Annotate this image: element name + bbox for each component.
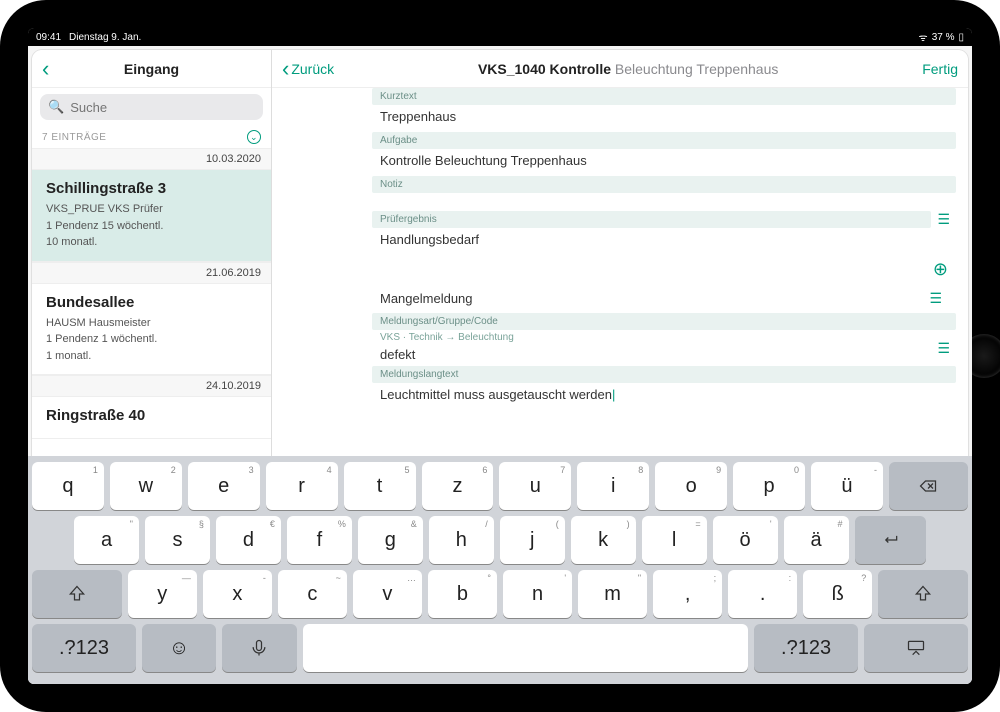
key-f[interactable]: %f xyxy=(287,516,352,564)
list-icon[interactable]: ☰ xyxy=(923,290,948,307)
onscreen-keyboard: 1q2w3e4r5t6z7u8i9o0p-ü "a§s€d%f&g/h(j)k=… xyxy=(28,456,972,684)
battery-percent: 37 % xyxy=(932,32,955,43)
key-i[interactable]: 8i xyxy=(577,462,649,510)
key-h[interactable]: /h xyxy=(429,516,494,564)
key-y[interactable]: —y xyxy=(128,570,197,618)
list-item-sub: HAUSM Hausmeister 1 Pendenz 1 wöchentl. … xyxy=(46,315,257,365)
meldungsart-label: Meldungsart/Gruppe/Code xyxy=(372,313,956,330)
key-p[interactable]: 0p xyxy=(733,462,805,510)
list-item-1[interactable]: Bundesallee HAUSM Hausmeister 1 Pendenz … xyxy=(32,284,271,376)
list-icon[interactable]: ☰ xyxy=(931,211,956,228)
list-item-title: Ringstraße 40 xyxy=(46,407,257,424)
key-t[interactable]: 5t xyxy=(344,462,416,510)
list-icon[interactable]: ☰ xyxy=(931,340,956,357)
search-icon: 🔍 xyxy=(48,99,64,115)
key-b[interactable]: °b xyxy=(428,570,497,618)
meldungsart-value[interactable]: defekt xyxy=(372,343,931,366)
key-m[interactable]: "m xyxy=(578,570,647,618)
key-ä[interactable]: #ä xyxy=(784,516,849,564)
status-date: Dienstag 9. Jan. xyxy=(69,32,141,43)
key-a[interactable]: "a xyxy=(74,516,139,564)
shift-key[interactable] xyxy=(878,570,968,618)
detail-back-button[interactable]: ‹ Zurück xyxy=(282,61,334,77)
key-w[interactable]: 2w xyxy=(110,462,182,510)
list-item-0[interactable]: Schillingstraße 3 VKS_PRUE VKS Prüfer 1 … xyxy=(32,170,271,262)
keyboard-hide-icon xyxy=(906,638,926,658)
status-bar: 09:41 Dienstag 9. Jan. ᯤ 37 % ▯ xyxy=(28,28,972,46)
done-button[interactable]: Fertig xyxy=(922,61,958,77)
key-s[interactable]: §s xyxy=(145,516,210,564)
battery-icon: ▯ xyxy=(958,32,964,43)
shift-icon xyxy=(67,584,87,604)
key-.[interactable]: :. xyxy=(728,570,797,618)
aufgabe-value: Kontrolle Beleuchtung Treppenhaus xyxy=(372,149,956,176)
key-c[interactable]: ~c xyxy=(278,570,347,618)
kurztext-label: Kurztext xyxy=(372,88,956,105)
list-item-title: Schillingstraße 3 xyxy=(46,180,257,197)
emoji-key[interactable]: ☺ xyxy=(142,624,216,672)
filter-icon[interactable]: ⌄ xyxy=(247,130,261,144)
key-u[interactable]: 7u xyxy=(499,462,571,510)
shift-key[interactable] xyxy=(32,570,122,618)
aufgabe-label: Aufgabe xyxy=(372,132,956,149)
key-x[interactable]: -x xyxy=(203,570,272,618)
key-k[interactable]: )k xyxy=(571,516,636,564)
notiz-label: Notiz xyxy=(372,176,956,193)
hide-keyboard-key[interactable] xyxy=(864,624,968,672)
wifi-icon: ᯤ xyxy=(919,30,928,44)
sidebar: ‹ Eingang 🔍 7 EINTRÄGE ⌄ 10.03.2020 Schi… xyxy=(32,50,272,456)
prufergebnis-value[interactable]: Handlungsbedarf xyxy=(372,228,956,255)
meldungslangtext-label: Meldungslangtext xyxy=(372,366,956,383)
list-item-2[interactable]: Ringstraße 40 xyxy=(32,397,271,439)
key-d[interactable]: €d xyxy=(216,516,281,564)
mic-icon xyxy=(249,638,269,658)
search-field[interactable] xyxy=(70,100,255,115)
key-ß[interactable]: ?ß xyxy=(803,570,872,618)
key-o[interactable]: 9o xyxy=(655,462,727,510)
detail-pane: ‹ Zurück VKS_1040 Kontrolle Beleuchtung … xyxy=(272,50,968,456)
list-date-0: 10.03.2020 xyxy=(32,148,271,170)
entry-count: 7 EINTRÄGE xyxy=(42,132,106,143)
numbers-key-2[interactable]: .?123 xyxy=(754,624,858,672)
key-e[interactable]: 3e xyxy=(188,462,260,510)
key-,[interactable]: ;, xyxy=(653,570,722,618)
key-j[interactable]: (j xyxy=(500,516,565,564)
prufergebnis-label: Prüfergebnis xyxy=(372,211,931,228)
list-date-2: 24.10.2019 xyxy=(32,375,271,397)
add-button[interactable]: ⊕ xyxy=(372,255,956,284)
mangelmeldung-label: Mangelmeldung xyxy=(380,291,473,306)
backspace-key[interactable] xyxy=(889,462,968,510)
space-key[interactable] xyxy=(303,624,749,672)
list-item-sub: VKS_PRUE VKS Prüfer 1 Pendenz 15 wöchent… xyxy=(46,201,257,251)
kurztext-value: Treppenhaus xyxy=(372,105,956,132)
list-item-title: Bundesallee xyxy=(46,294,257,311)
key-n[interactable]: 'n xyxy=(503,570,572,618)
key-g[interactable]: &g xyxy=(358,516,423,564)
key-v[interactable]: …v xyxy=(353,570,422,618)
key-q[interactable]: 1q xyxy=(32,462,104,510)
key-ü[interactable]: -ü xyxy=(811,462,883,510)
meldungslangtext-input[interactable]: Leuchtmittel muss ausgetauscht werden xyxy=(372,383,956,406)
list-date-1: 21.06.2019 xyxy=(32,262,271,284)
key-l[interactable]: =l xyxy=(642,516,707,564)
shift-icon xyxy=(913,584,933,604)
search-input[interactable]: 🔍 xyxy=(40,94,263,120)
return-key[interactable] xyxy=(855,516,926,564)
status-time: 09:41 xyxy=(36,32,61,43)
detail-title: VKS_1040 Kontrolle Beleuchtung Treppenha… xyxy=(334,61,922,77)
numbers-key[interactable]: .?123 xyxy=(32,624,136,672)
backspace-icon xyxy=(918,476,938,496)
sidebar-title: Eingang xyxy=(32,61,271,77)
meldungsart-path: VKS · Technik → Beleuchtung xyxy=(372,330,931,343)
dictation-key[interactable] xyxy=(222,624,296,672)
key-ö[interactable]: 'ö xyxy=(713,516,778,564)
key-z[interactable]: 6z xyxy=(422,462,494,510)
return-icon xyxy=(880,530,900,550)
key-r[interactable]: 4r xyxy=(266,462,338,510)
